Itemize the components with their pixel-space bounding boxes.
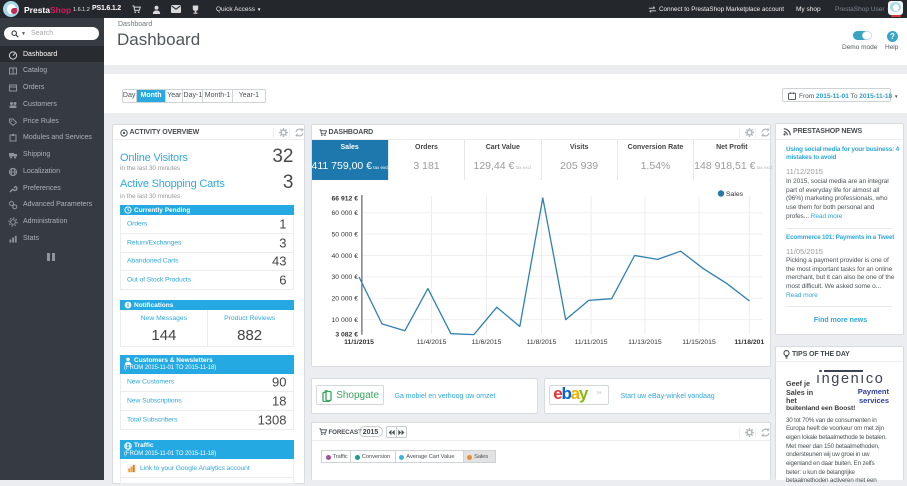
svg-text:11/4/2015: 11/4/2015 (416, 339, 446, 346)
svg-text:11/8/2015: 11/8/2015 (526, 339, 556, 346)
svg-text:11/13/2015: 11/13/2015 (628, 339, 662, 346)
svg-text:66 912 €: 66 912 € (331, 195, 358, 202)
svg-text:20 000 €: 20 000 € (331, 296, 358, 303)
svg-text:Sales: Sales (726, 191, 744, 198)
svg-text:10 000 €: 10 000 € (331, 317, 358, 324)
svg-text:50 000 €: 50 000 € (331, 231, 358, 238)
svg-text:40 000 €: 40 000 € (331, 253, 358, 260)
svg-text:11/18/201: 11/18/201 (734, 339, 764, 346)
svg-text:11/15/2015: 11/15/2015 (682, 339, 716, 346)
svg-text:11/11/2015: 11/11/2015 (574, 339, 607, 346)
svg-text:11/6/2015: 11/6/2015 (471, 339, 501, 346)
svg-text:11/1/2015: 11/1/2015 (344, 339, 374, 346)
svg-text:3 082 €: 3 082 € (335, 332, 358, 339)
svg-text:30 000 €: 30 000 € (331, 274, 358, 281)
svg-text:60 000 €: 60 000 € (331, 210, 358, 217)
